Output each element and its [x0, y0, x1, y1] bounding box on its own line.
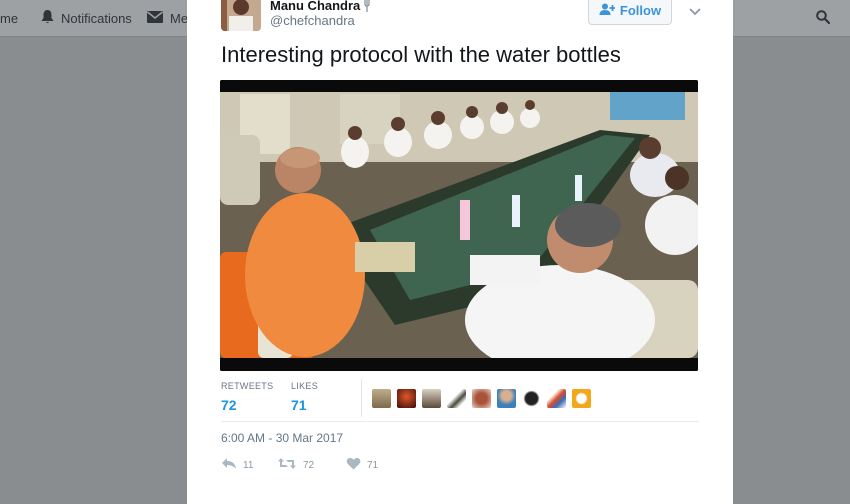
add-user-icon: [599, 3, 620, 18]
likes-count: 71: [291, 397, 307, 413]
nav-home-label: me: [0, 10, 19, 26]
chevron-down-icon[interactable]: [689, 4, 701, 22]
retweets-count: 72: [221, 397, 237, 413]
tweet-text: Interesting protocol with the water bott…: [221, 42, 621, 67]
nav-notifications[interactable]: Notifications: [40, 0, 132, 36]
tweet-permalink-modal: Manu Chandra @chefchandra Follow Interes…: [187, 0, 733, 504]
liker-avatar[interactable]: [522, 389, 541, 408]
likes-label: LIKES: [291, 381, 319, 391]
search-box[interactable]: [735, 0, 850, 36]
retweet-icon: [277, 457, 303, 473]
avatar[interactable]: [221, 0, 261, 31]
retweets-label: RETWEETS: [221, 381, 274, 391]
like-count: 71: [367, 459, 379, 471]
retweet-count: 72: [303, 459, 315, 471]
heart-icon: [346, 457, 367, 473]
tweet-photo[interactable]: [220, 80, 698, 371]
follow-button-label: Follow: [619, 3, 662, 18]
likers-avatars: [372, 389, 597, 408]
liker-avatar[interactable]: [472, 389, 491, 408]
liker-avatar[interactable]: [422, 389, 441, 408]
likes-stat[interactable]: LIKES 71: [291, 381, 318, 413]
reply-icon: [221, 457, 243, 473]
follow-button[interactable]: Follow: [588, 0, 672, 25]
liker-avatar[interactable]: [547, 389, 566, 408]
liker-avatar[interactable]: [447, 389, 466, 408]
like-button[interactable]: 71: [346, 457, 378, 473]
tweet-timestamp[interactable]: 6:00 AM - 30 Mar 2017: [221, 431, 343, 445]
chef-fork-icon: [363, 0, 373, 17]
reply-button[interactable]: 11: [221, 457, 253, 473]
notifications-icon: [40, 9, 61, 28]
stats-divider: [361, 379, 362, 417]
reply-count: 11: [243, 459, 254, 471]
liker-avatar[interactable]: [497, 389, 516, 408]
display-name[interactable]: Manu Chandra: [270, 0, 360, 13]
user-handle[interactable]: @chefchandra: [270, 13, 355, 28]
liker-avatar[interactable]: [572, 389, 591, 408]
retweet-button[interactable]: 72: [277, 457, 314, 473]
liker-avatar[interactable]: [372, 389, 391, 408]
nav-notifications-label: Notifications: [61, 10, 132, 26]
messages-icon: [146, 10, 170, 27]
liker-avatar[interactable]: [397, 389, 416, 408]
search-icon[interactable]: [816, 10, 831, 29]
nav-home[interactable]: me: [0, 0, 18, 36]
section-divider: [221, 421, 699, 422]
retweets-stat[interactable]: RETWEETS 72: [221, 381, 273, 413]
